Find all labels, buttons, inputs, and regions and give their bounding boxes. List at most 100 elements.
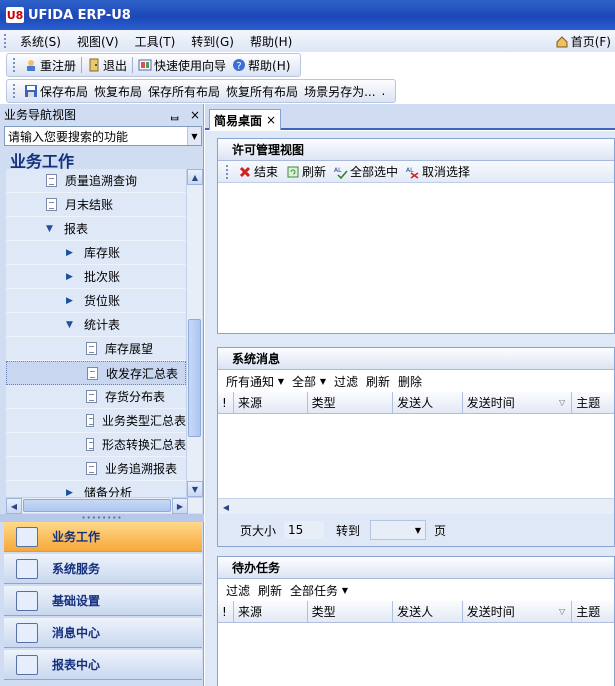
scroll-thumb[interactable] xyxy=(188,319,201,437)
restore-all-layouts-button[interactable]: 恢复所有布局 xyxy=(223,83,301,100)
tree-item[interactable]: 存货分布表 xyxy=(6,385,186,409)
filter-button[interactable]: 过滤 xyxy=(222,582,254,599)
home-button[interactable]: 首页(F) xyxy=(555,33,611,50)
tree-item-label: 储备分析 xyxy=(84,486,133,497)
expanded-arrow-icon[interactable]: ▼ xyxy=(46,224,56,234)
menu-system[interactable]: 系统(S) xyxy=(12,33,69,50)
collapsed-arrow-icon[interactable]: ▶ xyxy=(66,488,76,498)
tree-item[interactable]: 收发存汇总表 xyxy=(6,361,186,385)
collapsed-arrow-icon[interactable]: ▶ xyxy=(66,296,76,306)
nav-button[interactable]: 基础设置 xyxy=(4,586,202,616)
help-icon: ? xyxy=(233,59,246,72)
scroll-right-icon[interactable]: ▶ xyxy=(172,498,188,514)
toolbar-grip xyxy=(13,84,17,98)
all-tasks-dropdown[interactable]: 全部任务 ▼ xyxy=(286,582,352,599)
toolbar-overflow[interactable]: . xyxy=(379,84,389,98)
tab-simple-desktop[interactable]: 简易桌面 × xyxy=(209,109,281,130)
message-icon xyxy=(16,622,38,643)
priority-column[interactable]: ! xyxy=(218,392,234,413)
nav-button[interactable]: 系统服务 xyxy=(4,554,202,584)
document-icon xyxy=(87,366,98,380)
message-h-scrollbar[interactable]: ◀ xyxy=(218,498,614,515)
pin-icon[interactable]: ᆸ xyxy=(169,108,180,122)
tree-item[interactable]: 库存展望 xyxy=(6,337,186,361)
subject-column[interactable]: 主题 xyxy=(572,601,614,622)
tree-item[interactable]: 月末结账 xyxy=(6,193,186,217)
svg-text:?: ? xyxy=(236,61,241,72)
chart-icon xyxy=(16,526,38,547)
save-all-layouts-button[interactable]: 保存所有布局 xyxy=(145,83,223,100)
nav-button-label: 系统服务 xyxy=(52,562,101,576)
tree-item-label: 货位账 xyxy=(84,294,121,308)
scroll-left-icon[interactable]: ◀ xyxy=(218,499,234,515)
goto-page-dropdown[interactable]: ▼ xyxy=(370,520,427,540)
expanded-arrow-icon[interactable]: ▼ xyxy=(66,320,76,330)
refresh-button[interactable]: 刷新 xyxy=(362,373,394,390)
type-column[interactable]: 类型 xyxy=(308,601,394,622)
restore-layout-button[interactable]: 恢复布局 xyxy=(91,83,145,100)
sender-column[interactable]: 发送人 xyxy=(393,601,463,622)
send-time-column[interactable]: 发送时间 ▽ xyxy=(463,392,573,413)
function-search-input[interactable]: 请输入您要搜索的功能 ▼ xyxy=(4,126,202,146)
save-layout-button[interactable]: 保存布局 xyxy=(21,83,91,100)
subject-column[interactable]: 主题 xyxy=(572,392,614,413)
menu-goto[interactable]: 转到(G) xyxy=(183,33,242,50)
tree-horizontal-scrollbar[interactable]: ◀ ▶ xyxy=(6,497,202,514)
tree-item[interactable]: ▶ 储备分析 xyxy=(6,481,186,497)
tree-item[interactable]: ▼ 统计表 xyxy=(6,313,186,337)
deselect-button[interactable]: AL 取消选择 xyxy=(402,163,474,180)
chevron-down-icon[interactable]: ▼ xyxy=(187,127,201,145)
sort-icon: ▽ xyxy=(559,398,566,407)
collapsed-arrow-icon[interactable]: ▶ xyxy=(66,272,76,282)
relogin-button[interactable]: 重注册 xyxy=(21,57,79,74)
tree-item[interactable]: ▼ 报表 xyxy=(6,217,186,241)
tree-vertical-scrollbar[interactable]: ▲ ▼ xyxy=(186,169,203,497)
end-button[interactable]: 结束 xyxy=(234,163,282,180)
home-icon xyxy=(556,35,568,47)
send-time-column[interactable]: 发送时间 ▽ xyxy=(463,601,573,622)
deselect-icon: AL xyxy=(406,167,419,179)
tree-item[interactable]: ▶ 货位账 xyxy=(6,289,186,313)
notify-filter-dropdown[interactable]: 所有通知 ▼ xyxy=(222,373,288,390)
quick-guide-button[interactable]: 快速使用向导 xyxy=(135,57,229,74)
send-time-label: 发送时间 xyxy=(466,396,515,410)
delete-button[interactable]: 删除 xyxy=(394,373,426,390)
nav-button[interactable]: 报表中心 xyxy=(4,650,202,680)
filter-button[interactable]: 过滤 xyxy=(330,373,362,390)
close-icon[interactable]: × xyxy=(266,113,276,127)
nav-button[interactable]: 消息中心 xyxy=(4,618,202,648)
tree-item[interactable]: ▶ 批次账 xyxy=(6,265,186,289)
refresh-button[interactable]: 刷新 xyxy=(254,582,286,599)
refresh-button[interactable]: 刷新 xyxy=(282,163,330,180)
tree-item[interactable]: 业务追溯报表 xyxy=(6,457,186,481)
all-dropdown[interactable]: 全部 ▼ xyxy=(288,373,330,390)
source-column[interactable]: 来源 xyxy=(234,392,308,413)
page-size-input[interactable]: 15 xyxy=(284,521,325,539)
save-scene-as-button[interactable]: 场景另存为... xyxy=(301,83,378,100)
scroll-down-icon[interactable]: ▼ xyxy=(187,481,203,497)
priority-column[interactable]: ! xyxy=(218,601,234,622)
scroll-left-icon[interactable]: ◀ xyxy=(6,498,22,514)
tree-item[interactable]: ▶ 库存账 xyxy=(6,241,186,265)
tree-item-label: 报表 xyxy=(64,222,89,236)
menu-tools[interactable]: 工具(T) xyxy=(127,33,184,50)
nav-button[interactable]: 业务工作 xyxy=(4,522,202,552)
sender-column[interactable]: 发送人 xyxy=(393,392,463,413)
select-all-button[interactable]: AL 全部选中 xyxy=(330,163,402,180)
help-button[interactable]: ? 帮助(H) xyxy=(229,57,293,74)
menu-help[interactable]: 帮助(H) xyxy=(242,33,300,50)
source-column[interactable]: 来源 xyxy=(234,601,308,622)
menu-view[interactable]: 视图(V) xyxy=(69,33,127,50)
tree-item[interactable]: 业务类型汇总表 xyxy=(6,409,186,433)
todo-panel-title: 待办任务 xyxy=(218,557,614,579)
end-label: 结束 xyxy=(254,165,279,179)
scroll-up-icon[interactable]: ▲ xyxy=(187,169,203,185)
collapsed-arrow-icon[interactable]: ▶ xyxy=(66,248,76,258)
type-column[interactable]: 类型 xyxy=(308,392,394,413)
tree-item[interactable]: 质量追溯查询 xyxy=(6,169,186,193)
exit-button[interactable]: 退出 xyxy=(84,57,130,74)
tree-item[interactable]: 形态转换汇总表 xyxy=(6,433,186,457)
panel-splitter[interactable]: •••••••• xyxy=(0,514,204,522)
close-icon[interactable]: × xyxy=(190,108,200,122)
scroll-thumb[interactable] xyxy=(23,499,171,512)
